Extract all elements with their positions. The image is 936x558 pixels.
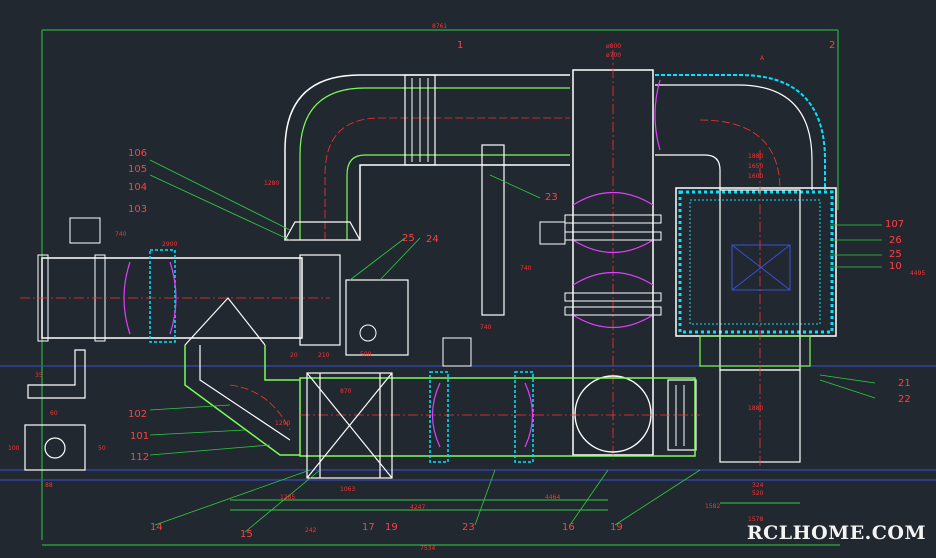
dim-210: 210 bbox=[318, 352, 330, 359]
dim-top-overall: 8761 bbox=[432, 23, 447, 30]
callout-107: 107 bbox=[885, 219, 904, 230]
callout-17: 17 bbox=[362, 522, 375, 533]
dim-4495: 4495 bbox=[910, 270, 925, 277]
dim-50: 50 bbox=[98, 445, 106, 452]
callout-112: 112 bbox=[130, 452, 149, 463]
callout-24: 24 bbox=[426, 234, 439, 245]
callout-1: 1 bbox=[457, 40, 463, 51]
dim-1280: 1280 bbox=[264, 180, 279, 187]
dim-740-col: 740 bbox=[520, 265, 532, 272]
callout-14: 14 bbox=[150, 522, 163, 533]
dim-1582: 1582 bbox=[705, 503, 720, 510]
callout-25b: 25 bbox=[889, 249, 902, 260]
dim-4464: 4464 bbox=[545, 494, 560, 501]
dim-500: 500 bbox=[360, 351, 372, 358]
dim-740-mid: 740 bbox=[480, 324, 492, 331]
dim-20: 20 bbox=[290, 352, 298, 359]
dim-4247: 4247 bbox=[410, 504, 425, 511]
dim-1290: 1290 bbox=[275, 420, 290, 427]
dim-phi700: ø700 bbox=[606, 52, 621, 59]
dim-740-left: 740 bbox=[115, 231, 127, 238]
dim-1285: 1285 bbox=[280, 494, 295, 501]
cad-drawing-canvas: 1 2 23 25 24 106 105 104 103 107 26 25 1… bbox=[0, 0, 936, 558]
dim-1600: 1600 bbox=[748, 173, 763, 180]
dim-60: 60 bbox=[50, 410, 58, 417]
callout-19b: 19 bbox=[610, 522, 623, 533]
callout-101: 101 bbox=[130, 431, 149, 442]
dim-242: 242 bbox=[305, 527, 317, 534]
callout-105: 105 bbox=[128, 164, 147, 175]
callout-15: 15 bbox=[240, 529, 253, 540]
callout-104: 104 bbox=[128, 182, 147, 193]
dim-520: 520 bbox=[752, 490, 764, 497]
dim-1880a: 1880 bbox=[748, 153, 763, 160]
callout-23b: 23 bbox=[462, 522, 475, 533]
callout-103: 103 bbox=[128, 204, 147, 215]
callout-19a: 19 bbox=[385, 522, 398, 533]
callout-16: 16 bbox=[562, 522, 575, 533]
dim-35: 35 bbox=[35, 372, 43, 379]
dim-324: 324 bbox=[752, 482, 764, 489]
callout-10: 10 bbox=[889, 261, 902, 272]
callout-102: 102 bbox=[128, 409, 147, 420]
callout-25: 25 bbox=[402, 233, 415, 244]
dim-1650: 1650 bbox=[748, 163, 763, 170]
dim-phi800: ø800 bbox=[606, 43, 621, 50]
callout-21: 21 bbox=[898, 378, 911, 389]
callout-23: 23 bbox=[545, 192, 558, 203]
dim-1880b: 1880 bbox=[748, 405, 763, 412]
dim-870: 870 bbox=[340, 388, 352, 395]
dim-88: 88 bbox=[45, 482, 53, 489]
watermark: RCLHOME.COM bbox=[746, 522, 926, 544]
callout-26: 26 bbox=[889, 235, 902, 246]
callout-106: 106 bbox=[128, 148, 147, 159]
dim-100: 100 bbox=[8, 445, 20, 452]
callout-22: 22 bbox=[898, 394, 911, 405]
dim-1063: 1063 bbox=[340, 486, 355, 493]
dim-2900: 2900 bbox=[162, 241, 177, 248]
dim-bottom-overall: 7534 bbox=[420, 545, 435, 552]
callout-2: 2 bbox=[829, 40, 835, 51]
